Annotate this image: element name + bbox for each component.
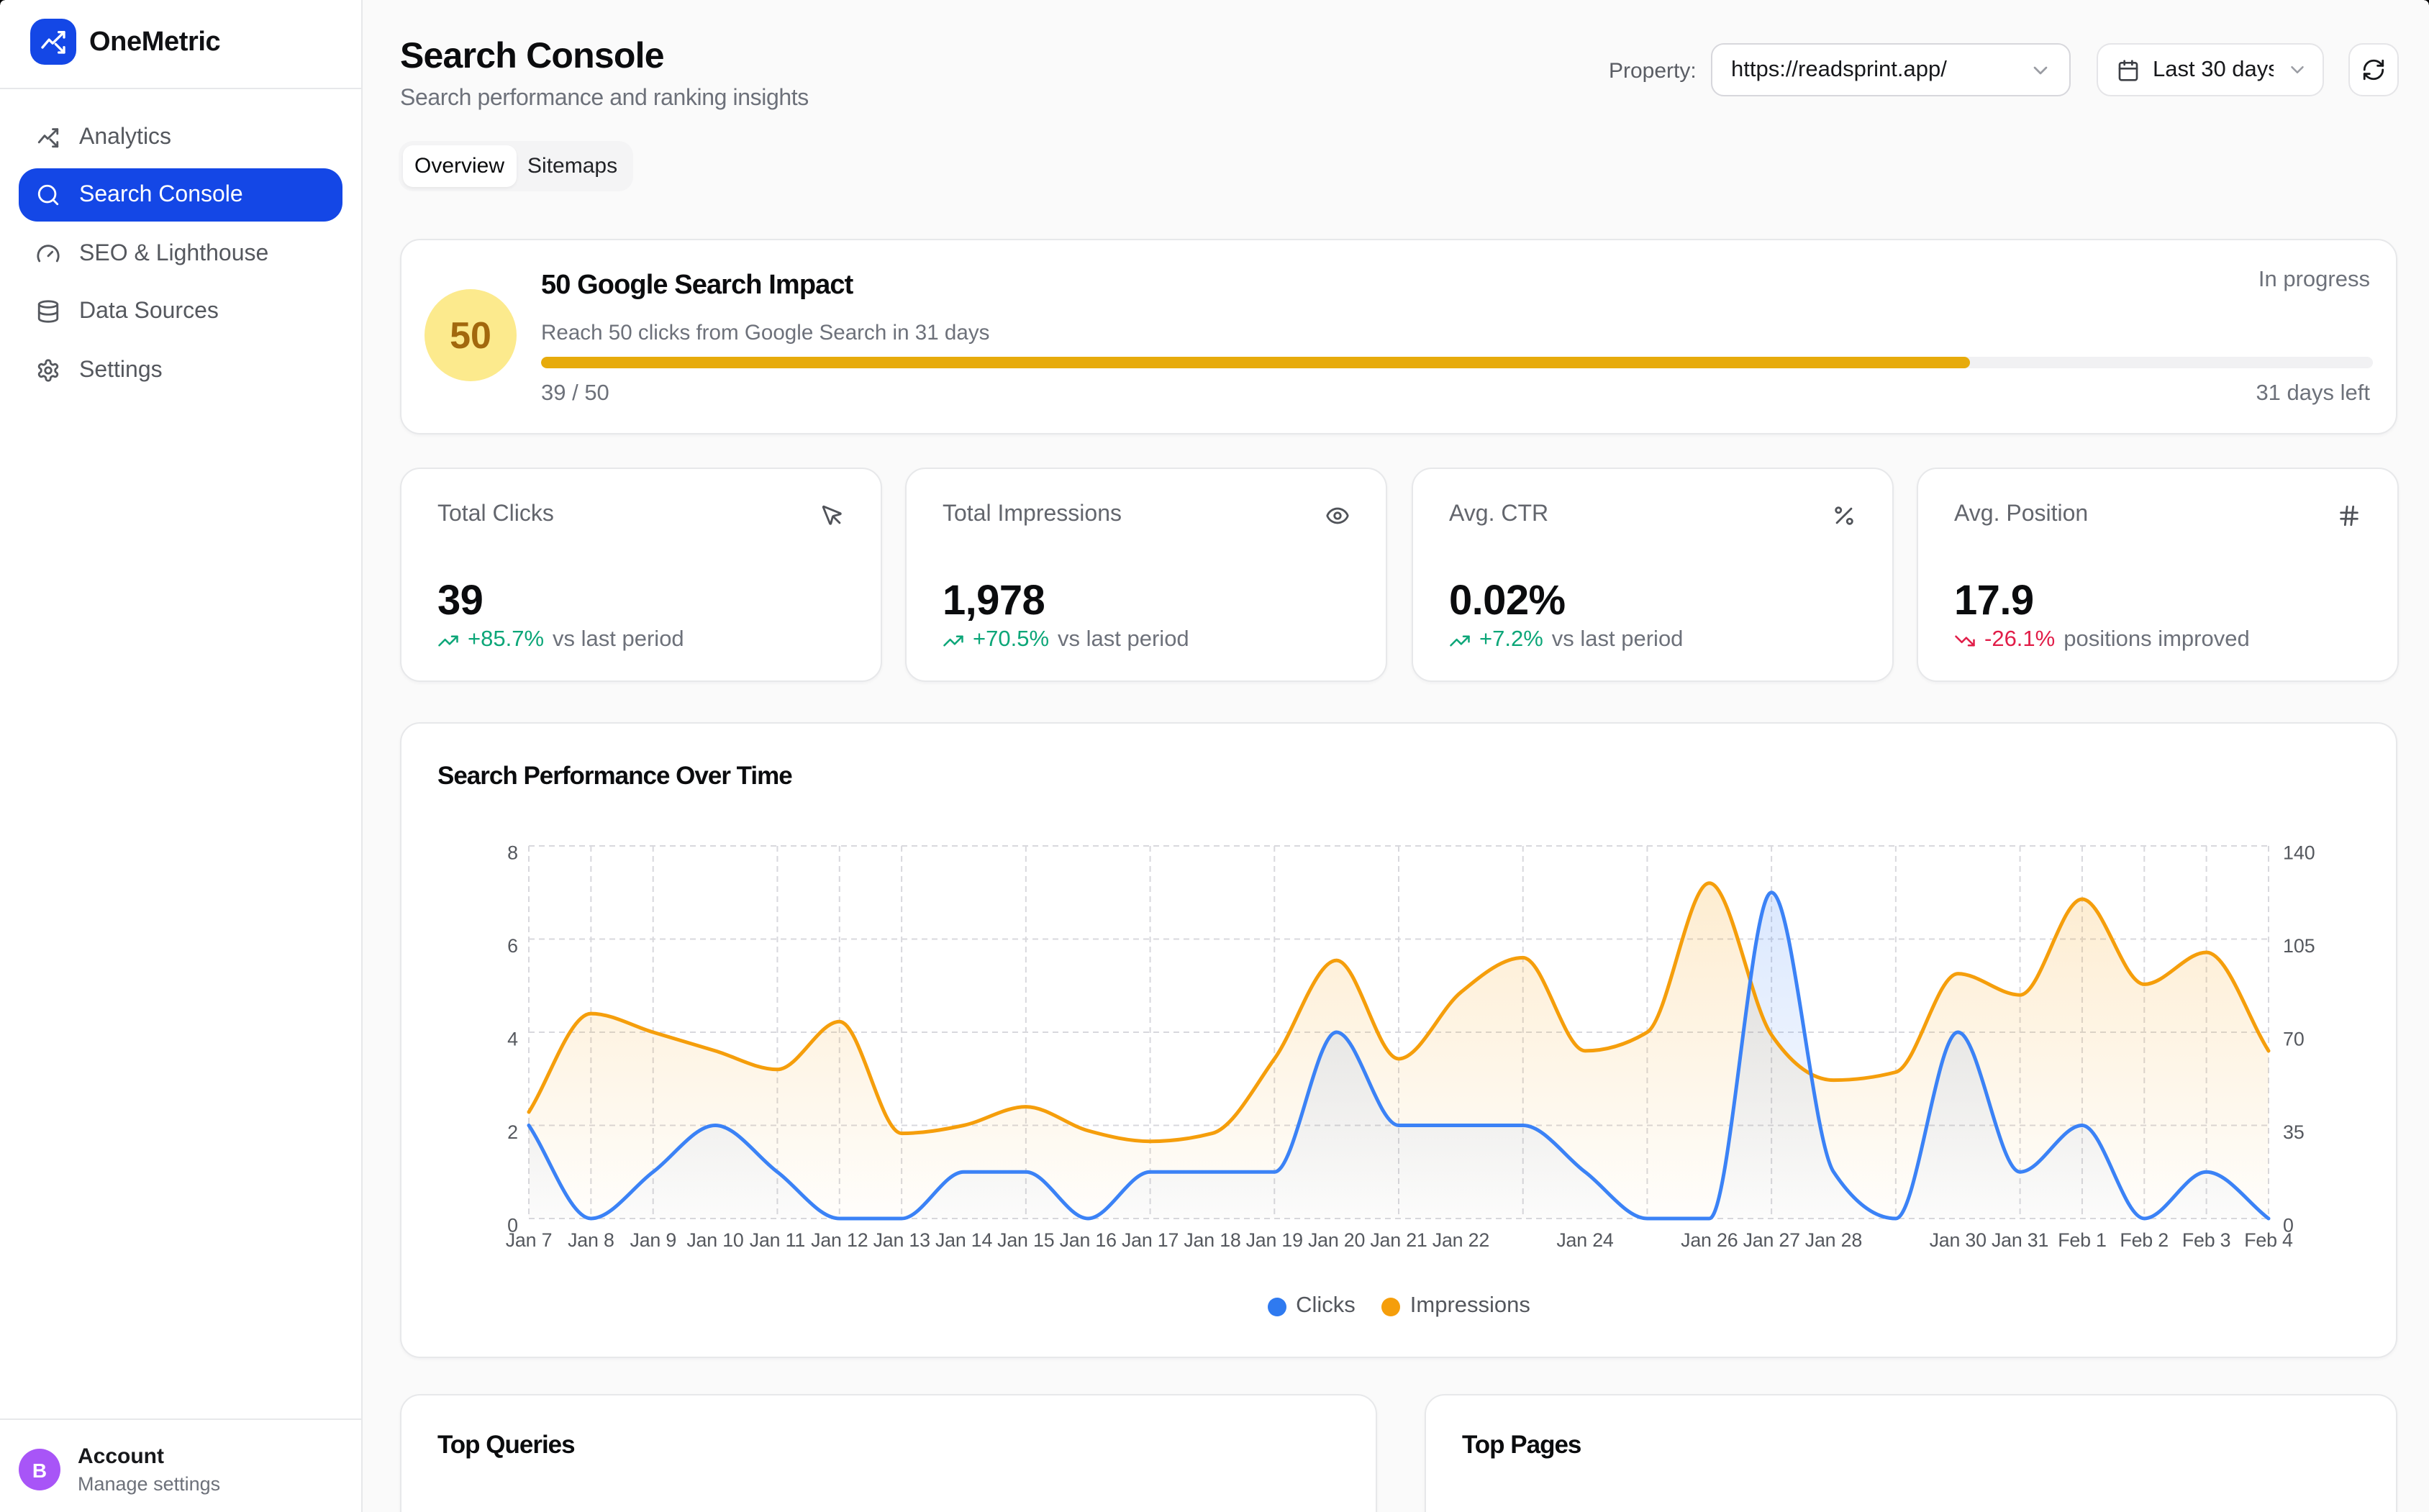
svg-text:Jan 21: Jan 21 xyxy=(1370,1229,1427,1251)
svg-text:Jan 16: Jan 16 xyxy=(1060,1229,1117,1251)
svg-text:Jan 24: Jan 24 xyxy=(1556,1229,1614,1251)
svg-text:2: 2 xyxy=(507,1121,518,1143)
svg-text:140: 140 xyxy=(2283,842,2315,864)
svg-text:Jan 8: Jan 8 xyxy=(568,1229,614,1251)
svg-text:Jan 11: Jan 11 xyxy=(750,1229,805,1251)
svg-text:Jan 17: Jan 17 xyxy=(1122,1229,1179,1251)
svg-text:Feb 1: Feb 1 xyxy=(2058,1229,2107,1251)
svg-text:Jan 28: Jan 28 xyxy=(1805,1229,1862,1251)
svg-text:Jan 30: Jan 30 xyxy=(1930,1229,1987,1251)
svg-text:Jan 14: Jan 14 xyxy=(935,1229,993,1251)
svg-text:Jan 10: Jan 10 xyxy=(686,1229,743,1251)
svg-text:Jan 15: Jan 15 xyxy=(997,1229,1054,1251)
svg-text:4: 4 xyxy=(507,1029,518,1050)
svg-text:105: 105 xyxy=(2283,935,2315,957)
svg-text:6: 6 xyxy=(507,935,518,957)
svg-text:Jan 26: Jan 26 xyxy=(1681,1229,1738,1251)
svg-text:Jan 9: Jan 9 xyxy=(630,1229,677,1251)
svg-text:Jan 20: Jan 20 xyxy=(1308,1229,1365,1251)
svg-text:Jan 31: Jan 31 xyxy=(1992,1229,2048,1251)
svg-text:70: 70 xyxy=(2283,1029,2305,1050)
svg-text:Jan 18: Jan 18 xyxy=(1184,1229,1240,1251)
svg-text:Jan 7: Jan 7 xyxy=(506,1229,553,1251)
svg-text:Jan 13: Jan 13 xyxy=(873,1229,930,1251)
svg-text:Feb 3: Feb 3 xyxy=(2182,1229,2231,1251)
svg-text:Jan 19: Jan 19 xyxy=(1246,1229,1303,1251)
svg-text:Jan 27: Jan 27 xyxy=(1743,1229,1800,1251)
svg-text:Feb 4: Feb 4 xyxy=(2244,1229,2293,1251)
svg-text:8: 8 xyxy=(507,842,518,864)
svg-text:35: 35 xyxy=(2283,1121,2305,1143)
svg-text:Feb 2: Feb 2 xyxy=(2120,1229,2169,1251)
svg-text:Jan 12: Jan 12 xyxy=(811,1229,868,1251)
svg-text:Jan 22: Jan 22 xyxy=(1433,1229,1489,1251)
